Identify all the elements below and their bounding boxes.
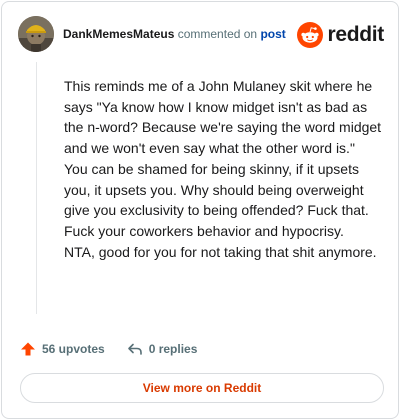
upvote-arrow-icon [21, 342, 35, 356]
upvote-count: 56 upvotes [42, 342, 105, 356]
comment-paragraph: This reminds me of a John Mulaney skit w… [64, 78, 382, 157]
comment-embed-card: DankMemesMateus commented on post reddit… [1, 1, 399, 419]
reply-arrow-icon [127, 343, 142, 355]
avatar-image [18, 16, 54, 52]
thread-line [36, 62, 37, 314]
comment-body: This reminds me of a John Mulaney skit w… [64, 76, 382, 262]
username-link[interactable]: DankMemesMateus [63, 27, 174, 41]
comment-paragraph: NTA, good for you for not taking that sh… [64, 243, 377, 260]
upvote-button[interactable]: 56 upvotes [20, 341, 105, 357]
user-avatar[interactable] [18, 16, 54, 52]
logo-wordmark: reddit [327, 23, 384, 46]
byline: DankMemesMateus commented on post [63, 27, 286, 42]
byline-verb: commented on [177, 27, 258, 41]
comment-actions: 56 upvotes 0 replies [20, 338, 197, 360]
reply-count: 0 replies [148, 342, 198, 356]
reddit-alien-icon [297, 22, 324, 48]
reply-button[interactable]: 0 replies [127, 341, 198, 357]
comment-paragraph: You can be shamed for being skinny, if i… [64, 160, 369, 239]
post-link[interactable]: post [260, 27, 285, 41]
comment-header: DankMemesMateus commented on post reddit [18, 16, 384, 54]
reddit-logo[interactable]: reddit [297, 21, 384, 49]
view-more-button[interactable]: View more on Reddit [20, 373, 384, 403]
